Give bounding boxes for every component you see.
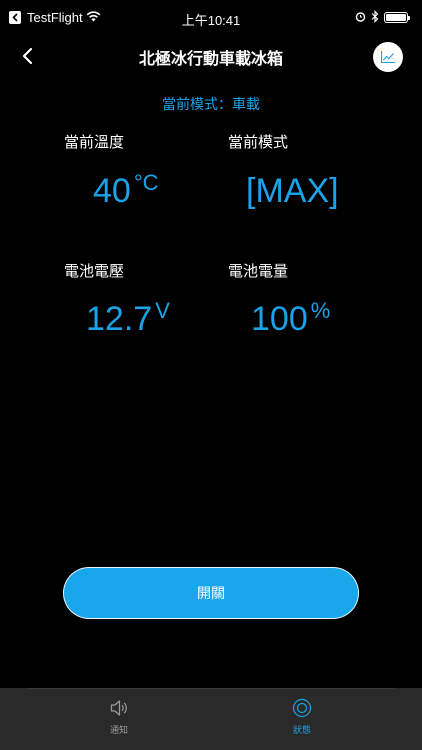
temperature-unit: °C (133, 170, 159, 195)
battery-label: 電池電量 (228, 262, 289, 280)
battery-icon (384, 12, 410, 23)
tab-status-label: 狀態 (292, 726, 311, 736)
page-title: 北極冰行動車載冰箱 (138, 49, 283, 68)
mode-value: [MAX] (246, 172, 339, 211)
bluetooth-icon (371, 10, 379, 23)
line-chart-icon (380, 51, 395, 64)
voltage-number: 12.7 (86, 300, 153, 338)
mode-label: 當前模式 (228, 133, 289, 151)
tab-notifications[interactable]: 通知 (69, 688, 169, 750)
tab-notifications-label: 通知 (109, 726, 128, 736)
chart-button[interactable] (373, 42, 403, 72)
power-toggle-label: 開關 (197, 586, 225, 602)
voltage-label: 電池電壓 (64, 262, 125, 280)
voltage-value: 12.7 V (86, 298, 170, 339)
tab-bar-divider (27, 688, 395, 689)
temperature-label: 當前溫度 (64, 133, 125, 151)
battery-unit: % (310, 298, 331, 323)
temperature-value: 40 °C (93, 170, 159, 211)
battery-number: 100 (251, 300, 308, 338)
alarm-icon (355, 12, 366, 22)
tab-bar: 通知 狀態 (0, 688, 422, 750)
current-mode-text: 當前模式：車載 (162, 97, 260, 113)
battery-value: 100% (251, 298, 331, 339)
temperature-number: 40 (93, 172, 131, 210)
voltage-unit: V (155, 298, 170, 323)
power-toggle-button[interactable]: 開關 (64, 568, 358, 618)
status-ring-icon (292, 698, 312, 718)
status-bar: TestFlight 上午10:41 (0, 0, 422, 36)
speaker-icon (110, 700, 127, 716)
mode-value-text: [MAX] (246, 172, 339, 210)
tab-status[interactable]: 狀態 (252, 688, 352, 750)
